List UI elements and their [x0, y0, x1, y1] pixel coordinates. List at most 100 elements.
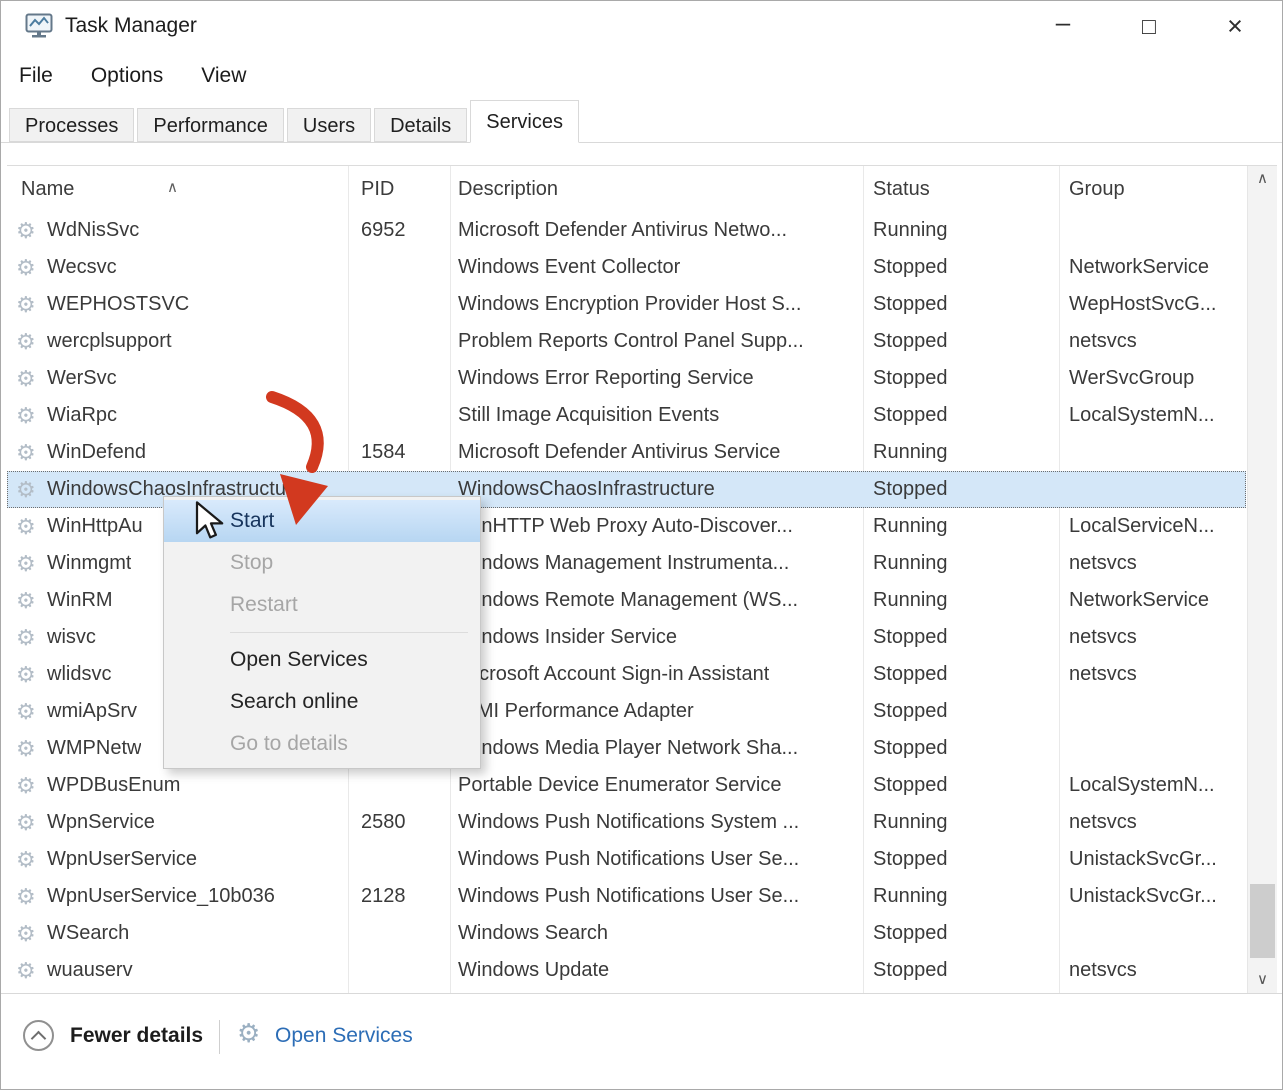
cell-status: Stopped [873, 841, 948, 878]
service-gear-icon: ⚙ [16, 545, 36, 582]
service-gear-icon: ⚙ [16, 212, 36, 249]
table-row[interactable]: ⚙ wercplsupport Problem Reports Control … [7, 323, 1246, 360]
cell-pid: 1584 [361, 434, 406, 471]
cell-description: Windows Push Notifications User Se... [458, 878, 799, 915]
task-manager-app-icon [25, 13, 53, 39]
service-gear-icon: ⚙ [16, 471, 36, 508]
tab-processes[interactable]: Processes [9, 108, 134, 142]
cell-description: WinHTTP Web Proxy Auto-Discover... [458, 508, 793, 545]
column-header-status[interactable]: Status [873, 178, 930, 201]
service-gear-icon: ⚙ [16, 804, 36, 841]
service-gear-icon: ⚙ [16, 619, 36, 656]
menu-file[interactable]: File [19, 64, 53, 88]
fewer-details-label: Fewer details [70, 1024, 203, 1048]
cell-status: Stopped [873, 952, 948, 989]
column-header-pid[interactable]: PID [361, 178, 394, 201]
cell-name: Winmgmt [47, 545, 131, 582]
cell-status: Stopped [873, 360, 948, 397]
table-row[interactable]: ⚙ WpnService 2580 Windows Push Notificat… [7, 804, 1246, 841]
cell-description: Windows Push Notifications System ... [458, 804, 799, 841]
close-button[interactable]: × [1192, 1, 1278, 51]
cell-pid: 2580 [361, 804, 406, 841]
table-row[interactable]: ⚙ WEPHOSTSVC Windows Encryption Provider… [7, 286, 1246, 323]
service-gear-icon: ⚙ [16, 693, 36, 730]
minimize-button[interactable]: – [1020, 1, 1106, 51]
cell-status: Running [873, 804, 948, 841]
menu-bar: File Options View [1, 57, 1282, 95]
task-manager-window: Task Manager – □ × File Options View Pro… [0, 0, 1283, 1090]
menu-options[interactable]: Options [91, 64, 163, 88]
cell-status: Stopped [873, 915, 948, 952]
cell-status: Running [873, 878, 948, 915]
table-row[interactable]: ⚙ WerSvc Windows Error Reporting Service… [7, 360, 1246, 397]
cell-description: Windows Insider Service [458, 619, 677, 656]
table-row[interactable]: ⚙ wuauserv Windows Update Stopped netsvc… [7, 952, 1246, 989]
cell-status: Stopped [873, 656, 948, 693]
context-menu-item-open-services[interactable]: Open Services [164, 639, 480, 681]
cell-description: Windows Management Instrumenta... [458, 545, 789, 582]
context-menu-item-restart[interactable]: Restart [164, 584, 480, 626]
table-row[interactable]: ⚙ WpnUserService_10b036 2128 Windows Pus… [7, 878, 1246, 915]
tab-services[interactable]: Services [470, 100, 579, 143]
service-gear-icon: ⚙ [16, 730, 36, 767]
cell-status: Running [873, 582, 948, 619]
tab-users[interactable]: Users [287, 108, 371, 142]
cell-group: NetworkService [1069, 582, 1209, 619]
cell-group: WepHostSvcG... [1069, 286, 1216, 323]
footer-divider [219, 1020, 220, 1054]
table-row[interactable]: ⚙ WPDBusEnum Portable Device Enumerator … [7, 767, 1246, 804]
cell-status: Stopped [873, 693, 948, 730]
service-gear-icon: ⚙ [16, 915, 36, 952]
maximize-button[interactable]: □ [1106, 1, 1192, 51]
cell-status: Stopped [873, 397, 948, 434]
cell-group: LocalSystemN... [1069, 397, 1215, 434]
table-row[interactable]: ⚙ WiaRpc Still Image Acquisition Events … [7, 397, 1246, 434]
tab-performance[interactable]: Performance [137, 108, 284, 142]
cell-group: netsvcs [1069, 656, 1137, 693]
tab-details[interactable]: Details [374, 108, 467, 142]
context-menu-item-stop[interactable]: Stop [164, 542, 480, 584]
cell-description: Still Image Acquisition Events [458, 397, 719, 434]
table-row[interactable]: ⚙ Wecsvc Windows Event Collector Stopped… [7, 249, 1246, 286]
cell-pid: 6952 [361, 212, 406, 249]
service-gear-icon: ⚙ [16, 360, 36, 397]
table-row[interactable]: ⚙ WSearch Windows Search Stopped [7, 915, 1246, 952]
context-menu-item-go-to-details[interactable]: Go to details [164, 723, 480, 765]
vertical-scrollbar[interactable]: ∧ ∨ [1247, 166, 1277, 993]
table-row[interactable]: ⚙ WdNisSvc 6952 Microsoft Defender Antiv… [7, 212, 1246, 249]
menu-view[interactable]: View [201, 64, 246, 88]
cell-name: WpnService [47, 804, 155, 841]
cell-description: Problem Reports Control Panel Supp... [458, 323, 804, 360]
column-header-group[interactable]: Group [1069, 178, 1125, 201]
open-services-link[interactable]: Open Services [275, 1024, 413, 1048]
red-annotation-arrow [254, 389, 354, 539]
column-header-description[interactable]: Description [458, 178, 558, 201]
cell-name: WerSvc [47, 360, 117, 397]
cell-description: Windows Remote Management (WS... [458, 582, 798, 619]
footer-bar: Fewer details ⚙ Open Services [1, 993, 1282, 1089]
cell-name: wisvc [47, 619, 96, 656]
context-menu-item-search-online[interactable]: Search online [164, 681, 480, 723]
service-gear-icon: ⚙ [16, 841, 36, 878]
cell-name: WPDBusEnum [47, 767, 180, 804]
table-header: ∧ Name PID Description Status Group [7, 166, 1246, 212]
cell-group: WerSvcGroup [1069, 360, 1194, 397]
fewer-details-toggle[interactable]: Fewer details [23, 1020, 203, 1051]
scroll-up-icon[interactable]: ∧ [1248, 166, 1277, 192]
service-gear-icon: ⚙ [16, 286, 36, 323]
table-row[interactable]: ⚙ WpnUserService Windows Push Notificati… [7, 841, 1246, 878]
window-controls: – □ × [1020, 1, 1278, 51]
table-row[interactable]: ⚙ WinDefend 1584 Microsoft Defender Anti… [7, 434, 1246, 471]
cell-description: Windows Update [458, 952, 609, 989]
cell-description: Microsoft Account Sign-in Assistant [458, 656, 769, 693]
column-header-name[interactable]: Name [21, 178, 74, 201]
cell-description: Microsoft Defender Antivirus Netwo... [458, 212, 787, 249]
cell-group: netsvcs [1069, 323, 1137, 360]
scrollbar-thumb[interactable] [1250, 884, 1275, 958]
window-title: Task Manager [65, 14, 197, 38]
cell-description: Windows Event Collector [458, 249, 680, 286]
cell-status: Stopped [873, 323, 948, 360]
cell-name: WinHttpAu [47, 508, 143, 545]
cell-status: Stopped [873, 249, 948, 286]
scroll-down-icon[interactable]: ∨ [1248, 967, 1277, 993]
